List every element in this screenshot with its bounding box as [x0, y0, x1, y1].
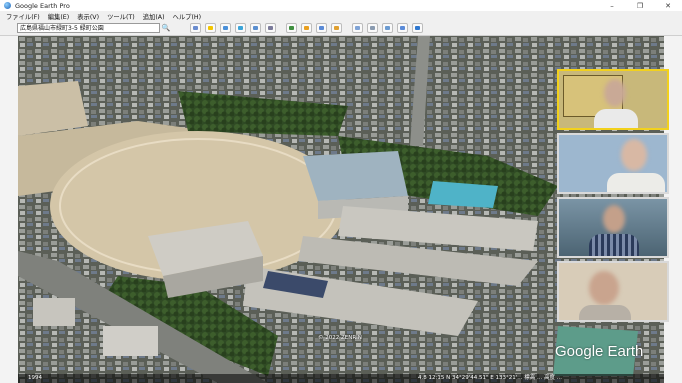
historical-imagery-icon — [289, 26, 294, 30]
record-tour-icon — [268, 26, 273, 30]
menu-add[interactable]: 追加(A) — [141, 12, 167, 21]
add-image-overlay-icon — [253, 26, 258, 30]
print-button[interactable] — [367, 23, 378, 33]
toolbar: 広島県福山市緑町3-5 緑町公園 🔍 — [0, 22, 682, 36]
coordinates-readout: 4.8 12:15 N 34°29'44.51" E 133°21'... 標高… — [418, 375, 562, 381]
search-icon: 🔍 — [161, 24, 171, 32]
participant-body — [607, 173, 665, 192]
google-earth-app-icon — [4, 2, 11, 9]
record-tour-button[interactable] — [265, 23, 276, 33]
imagery-date: 1994 — [28, 375, 42, 381]
video-tile-4 — [557, 261, 669, 322]
print-icon — [370, 26, 375, 30]
window-controls: – ❐ ✕ — [598, 0, 682, 11]
house-block — [33, 298, 75, 326]
imagery-copyright: © 2022 ZENRIN — [318, 335, 362, 341]
ruler-button[interactable] — [331, 23, 342, 33]
menu-edit[interactable]: 編集(E) — [46, 12, 72, 21]
left-border — [0, 36, 18, 383]
video-tile-2 — [557, 133, 669, 194]
menu-bar: ファイル(F) 編集(E) 表示(V) ツール(T) 追加(A) ヘルプ(H) — [0, 11, 682, 22]
maximize-button[interactable]: ❐ — [626, 0, 654, 11]
menu-help[interactable]: ヘルプ(H) — [171, 12, 204, 21]
participant-body — [594, 109, 638, 128]
view-in-maps-icon — [400, 26, 405, 30]
status-bar: 1994 4.8 12:15 N 34°29'44.51" E 133°21'.… — [18, 374, 664, 383]
gymnasium-roof — [303, 151, 408, 201]
save-image-icon — [385, 26, 390, 30]
add-path-button[interactable] — [235, 23, 246, 33]
globe-button[interactable] — [412, 23, 423, 33]
add-placemark-button[interactable] — [205, 23, 216, 33]
house-block-2 — [103, 326, 158, 356]
save-image-button[interactable] — [382, 23, 393, 33]
ruler-icon — [334, 26, 339, 30]
google-earth-window: Google Earth Pro – ❐ ✕ ファイル(F) 編集(E) 表示(… — [0, 0, 682, 383]
participant-body — [589, 234, 639, 256]
menu-tools[interactable]: ツール(T) — [105, 12, 137, 21]
menu-file[interactable]: ファイル(F) — [4, 12, 42, 21]
title-bar: Google Earth Pro – ❐ ✕ — [0, 0, 682, 11]
add-polygon-icon — [223, 26, 228, 30]
video-tile-3 — [557, 197, 669, 258]
search-input[interactable]: 広島県福山市緑町3-5 緑町公園 — [17, 23, 160, 33]
sunlight-icon — [304, 26, 309, 30]
menu-view[interactable]: 表示(V) — [75, 12, 101, 21]
participant-face — [621, 139, 647, 171]
hide-sidebar-button[interactable] — [190, 23, 201, 33]
sunlight-button[interactable] — [301, 23, 312, 33]
toolbar-icons — [190, 23, 427, 33]
google-earth-logo: Google Earth — [555, 343, 644, 360]
participant-face — [589, 271, 619, 305]
switch-planet-icon — [319, 26, 324, 30]
minimize-button[interactable]: – — [598, 0, 626, 11]
search-button[interactable]: 🔍 — [160, 23, 172, 33]
globe-icon — [415, 26, 420, 30]
email-button[interactable] — [352, 23, 363, 33]
add-path-icon — [238, 26, 243, 30]
historical-imagery-button[interactable] — [286, 23, 297, 33]
email-icon — [355, 26, 360, 30]
window-title: Google Earth Pro — [15, 1, 70, 10]
view-in-maps-button[interactable] — [397, 23, 408, 33]
participant-face — [603, 205, 625, 233]
participant-body — [579, 305, 631, 320]
close-button[interactable]: ✕ — [654, 0, 682, 11]
video-tile-1 — [557, 69, 669, 130]
switch-planet-button[interactable] — [316, 23, 327, 33]
participant-face — [604, 79, 626, 107]
hide-sidebar-icon — [193, 26, 198, 30]
add-placemark-icon — [208, 26, 213, 30]
add-image-overlay-button[interactable] — [250, 23, 261, 33]
add-polygon-button[interactable] — [220, 23, 231, 33]
